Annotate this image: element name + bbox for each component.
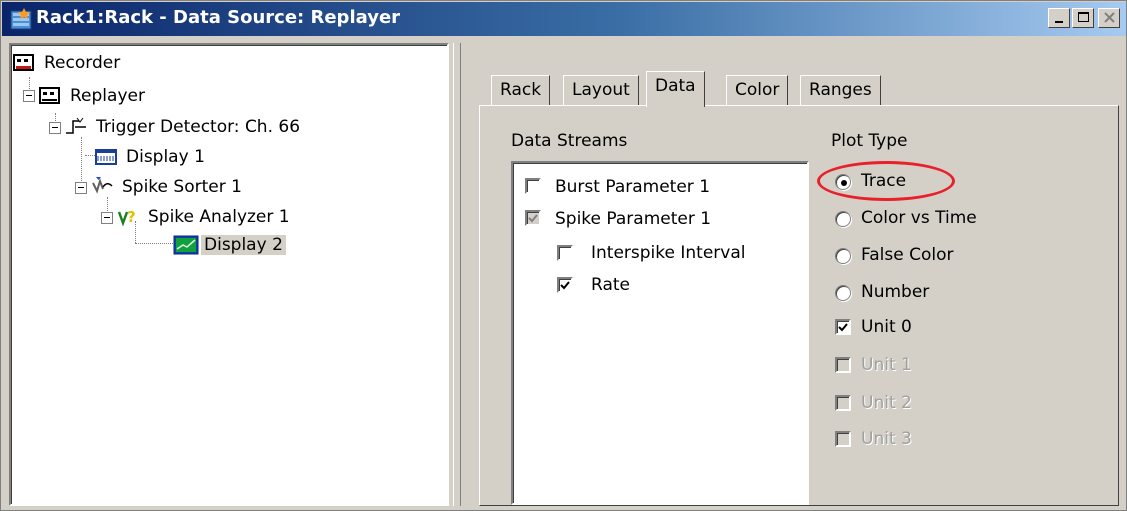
replayer-icon: [39, 86, 61, 106]
tab-color[interactable]: Color: [726, 75, 789, 105]
maximize-button[interactable]: [1072, 8, 1094, 28]
rate-label: Rate: [591, 275, 630, 295]
collapse-toggle-spike-analyzer[interactable]: [101, 212, 113, 224]
window-title: Rack1:Rack - Data Source: Replayer: [36, 7, 401, 28]
tree-item-label: Spike Analyzer 1: [148, 207, 290, 227]
tab-data[interactable]: Data: [646, 71, 705, 107]
rack-app-icon[interactable]: [10, 8, 32, 30]
close-button[interactable]: [1098, 8, 1120, 28]
plot-type-false-color-label: False Color: [861, 245, 954, 265]
tab-rack[interactable]: Rack: [491, 75, 551, 105]
unit-3-label: Unit 3: [861, 429, 912, 449]
tab-layout[interactable]: Layout: [563, 75, 639, 105]
collapse-toggle-spike-sorter[interactable]: [75, 182, 87, 194]
rack-tree[interactable]: Recorder Replayer Trigger Detector: Ch. …: [9, 43, 449, 506]
tree-item-display-1[interactable]: Display 1: [95, 145, 208, 169]
trigger-detector-icon: [65, 117, 87, 137]
tree-item-label: Trigger Detector: Ch. 66: [96, 117, 301, 137]
checkmark-icon: [528, 214, 538, 223]
unit-3-checkbox: [835, 431, 851, 447]
pane-splitter[interactable]: [453, 43, 461, 506]
rack-window: Rack1:Rack - Data Source: Replayer Recor…: [0, 0, 1127, 511]
plot-type-color-vs-time-radio[interactable]: [835, 211, 851, 227]
minimize-icon: [1055, 21, 1063, 23]
svg-text:?: ?: [127, 208, 136, 226]
title-bar[interactable]: Rack1:Rack - Data Source: Replayer: [2, 2, 1126, 36]
tree-item-label: Recorder: [44, 53, 121, 73]
unit-0-checkbox[interactable]: [835, 319, 851, 335]
recorder-icon: [13, 53, 35, 73]
collapse-toggle-trigger-detector[interactable]: [49, 122, 61, 134]
data-streams-heading: Data Streams: [511, 131, 628, 151]
tree-item-label: Display 2: [201, 235, 286, 255]
collapse-toggle-replayer[interactable]: [23, 90, 35, 102]
tree-item-replayer[interactable]: Replayer: [39, 84, 148, 108]
spike-analyzer-icon: ?: [117, 207, 139, 227]
rate-checkbox[interactable]: [557, 277, 573, 293]
burst-parameter-label: Burst Parameter 1: [555, 177, 711, 197]
spike-sorter-icon: [91, 177, 113, 197]
tree-item-recorder[interactable]: Recorder: [13, 51, 123, 75]
tab-label: Color: [735, 80, 780, 100]
tab-label: Layout: [572, 80, 630, 100]
close-icon: [1104, 12, 1115, 23]
plot-type-number-label: Number: [861, 282, 930, 302]
annotation-highlight-circle: [817, 161, 955, 201]
plot-type-false-color-radio[interactable]: [835, 248, 851, 264]
plot-type-heading: Plot Type: [831, 131, 908, 151]
display-icon: [95, 147, 117, 167]
checkmark-icon: [560, 281, 570, 290]
interspike-interval-label: Interspike Interval: [591, 243, 746, 263]
tab-ranges[interactable]: Ranges: [800, 75, 881, 105]
interspike-interval-checkbox[interactable]: [557, 245, 573, 261]
plot-display-icon: [173, 235, 199, 255]
burst-parameter-checkbox[interactable]: [525, 178, 541, 194]
plot-type-number-radio[interactable]: [835, 285, 851, 301]
checkmark-icon: [838, 323, 848, 332]
tree-item-spike-sorter[interactable]: Spike Sorter 1: [91, 175, 245, 199]
unit-1-label: Unit 1: [861, 355, 912, 375]
tab-label: Ranges: [809, 80, 872, 100]
tree-item-display-2[interactable]: Display 2: [173, 233, 286, 257]
unit-0-label: Unit 0: [861, 317, 912, 337]
spike-parameter-label: Spike Parameter 1: [555, 209, 712, 229]
tree-item-label: Replayer: [70, 86, 145, 106]
tab-label: Data: [655, 76, 696, 96]
tree-item-trigger-detector[interactable]: Trigger Detector: Ch. 66: [65, 115, 303, 139]
minimize-button[interactable]: [1048, 8, 1070, 28]
tree-item-spike-analyzer[interactable]: ? Spike Analyzer 1: [117, 205, 293, 229]
spike-parameter-checkbox: [525, 210, 541, 226]
unit-2-label: Unit 2: [861, 393, 912, 413]
tree-item-label: Spike Sorter 1: [122, 177, 242, 197]
tree-item-label: Display 1: [126, 147, 205, 167]
plot-type-color-vs-time-label: Color vs Time: [861, 208, 977, 228]
tab-label: Rack: [500, 80, 542, 100]
unit-1-checkbox: [835, 357, 851, 373]
unit-2-checkbox: [835, 395, 851, 411]
maximize-icon: [1078, 12, 1089, 22]
